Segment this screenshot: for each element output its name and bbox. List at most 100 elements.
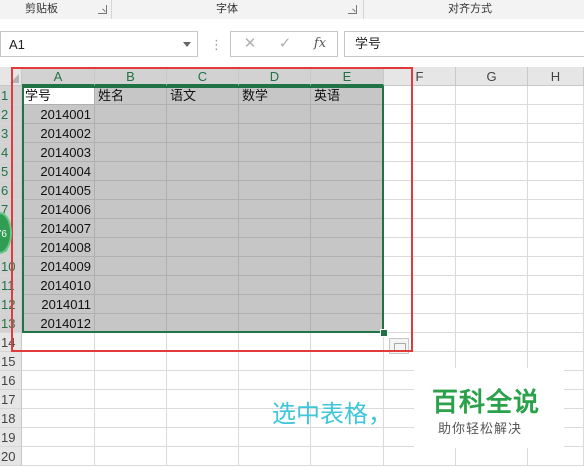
cell-d6[interactable]: [239, 181, 311, 200]
cell-g9[interactable]: [456, 238, 528, 257]
cell-g12[interactable]: [456, 295, 528, 314]
cell-g8[interactable]: [456, 219, 528, 238]
font-launcher-icon[interactable]: [348, 5, 357, 14]
row-header-12[interactable]: 12: [0, 295, 22, 314]
cell-a7[interactable]: 2014006: [22, 200, 95, 219]
enter-icon[interactable]: ✓: [272, 32, 298, 56]
cell-f1[interactable]: [384, 86, 456, 105]
cell-f10[interactable]: [384, 257, 456, 276]
cell-c7[interactable]: [167, 200, 239, 219]
cell-a14[interactable]: [22, 333, 95, 352]
cell-b15[interactable]: [95, 352, 167, 371]
cell-e10[interactable]: [311, 257, 384, 276]
cell-c1[interactable]: 语文: [167, 86, 239, 105]
cell-c10[interactable]: [167, 257, 239, 276]
cell-h13[interactable]: [528, 314, 584, 333]
cell-c8[interactable]: [167, 219, 239, 238]
cell-b10[interactable]: [95, 257, 167, 276]
cell-h5[interactable]: [528, 162, 584, 181]
cell-c18[interactable]: [167, 409, 239, 428]
cell-b4[interactable]: [95, 143, 167, 162]
row-header-13[interactable]: 13: [0, 314, 22, 333]
column-header-h[interactable]: H: [528, 67, 584, 86]
cell-a6[interactable]: 2014005: [22, 181, 95, 200]
row-header-20[interactable]: 20: [0, 447, 22, 466]
column-header-g[interactable]: G: [456, 67, 528, 86]
cell-e16[interactable]: [311, 371, 384, 390]
cell-b16[interactable]: [95, 371, 167, 390]
name-box-dropdown-icon[interactable]: [183, 42, 191, 47]
cell-e19[interactable]: [311, 428, 384, 447]
cell-b11[interactable]: [95, 276, 167, 295]
cell-h7[interactable]: [528, 200, 584, 219]
cell-e2[interactable]: [311, 105, 384, 124]
cell-d19[interactable]: [239, 428, 311, 447]
column-header-a[interactable]: A: [22, 67, 95, 86]
cell-g10[interactable]: [456, 257, 528, 276]
cell-e20[interactable]: [311, 447, 384, 466]
cell-f12[interactable]: [384, 295, 456, 314]
cell-b12[interactable]: [95, 295, 167, 314]
cell-h1[interactable]: [528, 86, 584, 105]
cell-d14[interactable]: [239, 333, 311, 352]
cell-f4[interactable]: [384, 143, 456, 162]
cell-e8[interactable]: [311, 219, 384, 238]
cell-b7[interactable]: [95, 200, 167, 219]
cell-g7[interactable]: [456, 200, 528, 219]
cell-b17[interactable]: [95, 390, 167, 409]
cell-e5[interactable]: [311, 162, 384, 181]
column-header-e[interactable]: E: [311, 67, 384, 86]
select-all-button[interactable]: [0, 67, 22, 86]
cell-a11[interactable]: 2014010: [22, 276, 95, 295]
cell-b2[interactable]: [95, 105, 167, 124]
row-header-3[interactable]: 3: [0, 124, 22, 143]
insert-function-icon[interactable]: fx: [307, 32, 333, 56]
cell-e14[interactable]: [311, 333, 384, 352]
cell-e7[interactable]: [311, 200, 384, 219]
cell-g11[interactable]: [456, 276, 528, 295]
row-header-10[interactable]: 10: [0, 257, 22, 276]
cell-d1[interactable]: 数学: [239, 86, 311, 105]
row-header-4[interactable]: 4: [0, 143, 22, 162]
cell-g3[interactable]: [456, 124, 528, 143]
row-header-18[interactable]: 18: [0, 409, 22, 428]
cell-f8[interactable]: [384, 219, 456, 238]
cell-e13[interactable]: [311, 314, 384, 333]
cell-c20[interactable]: [167, 447, 239, 466]
cell-a5[interactable]: 2014004: [22, 162, 95, 181]
fill-handle[interactable]: [380, 329, 388, 337]
row-header-11[interactable]: 11: [0, 276, 22, 295]
cell-g13[interactable]: [456, 314, 528, 333]
cell-h12[interactable]: [528, 295, 584, 314]
cell-b8[interactable]: [95, 219, 167, 238]
cell-a4[interactable]: 2014003: [22, 143, 95, 162]
cell-e12[interactable]: [311, 295, 384, 314]
cell-d2[interactable]: [239, 105, 311, 124]
cell-g1[interactable]: [456, 86, 528, 105]
cell-d11[interactable]: [239, 276, 311, 295]
cell-c4[interactable]: [167, 143, 239, 162]
cell-a1[interactable]: 学号: [22, 86, 95, 105]
cell-b19[interactable]: [95, 428, 167, 447]
cell-d5[interactable]: [239, 162, 311, 181]
cell-f7[interactable]: [384, 200, 456, 219]
cell-c6[interactable]: [167, 181, 239, 200]
cell-a9[interactable]: 2014008: [22, 238, 95, 257]
cell-a15[interactable]: [22, 352, 95, 371]
cell-h20[interactable]: [528, 447, 584, 466]
cell-e11[interactable]: [311, 276, 384, 295]
cell-c3[interactable]: [167, 124, 239, 143]
cell-b14[interactable]: [95, 333, 167, 352]
cell-e6[interactable]: [311, 181, 384, 200]
cell-a3[interactable]: 2014002: [22, 124, 95, 143]
name-box[interactable]: A1: [0, 31, 198, 57]
cell-d9[interactable]: [239, 238, 311, 257]
cell-g20[interactable]: [456, 447, 528, 466]
cell-e9[interactable]: [311, 238, 384, 257]
quick-analysis-icon[interactable]: [389, 338, 409, 354]
cell-d10[interactable]: [239, 257, 311, 276]
cell-f20[interactable]: [384, 447, 456, 466]
cell-a8[interactable]: 2014007: [22, 219, 95, 238]
cell-f2[interactable]: [384, 105, 456, 124]
cell-c16[interactable]: [167, 371, 239, 390]
